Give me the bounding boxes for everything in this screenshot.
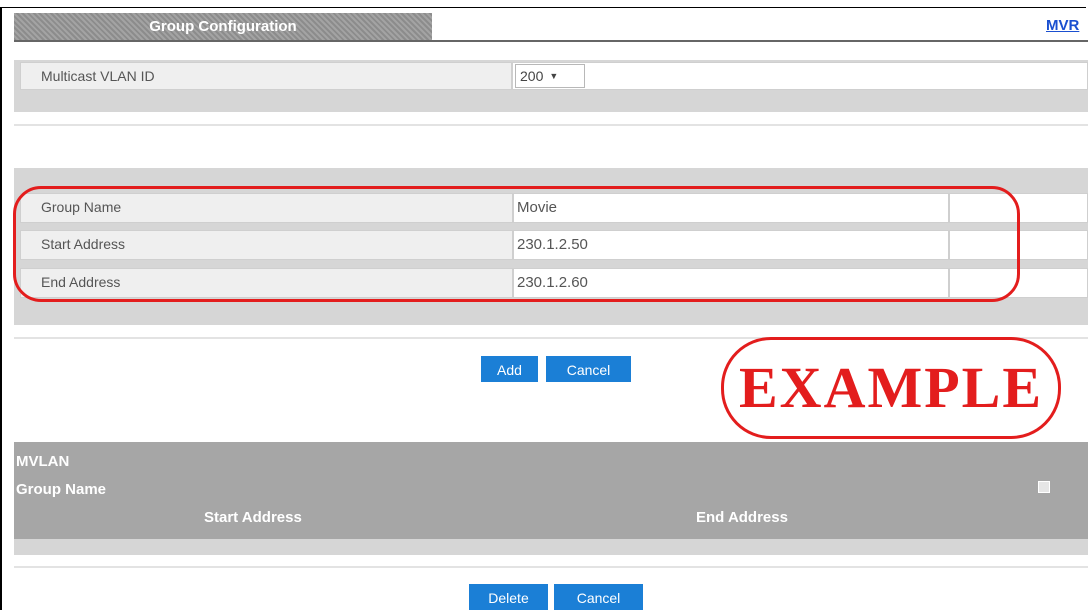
vlan-value-cell <box>512 62 1088 90</box>
select-all-checkbox[interactable] <box>1038 481 1050 493</box>
divider <box>14 124 1088 126</box>
vlan-label: Multicast VLAN ID <box>20 62 512 90</box>
tab-group-configuration[interactable]: Group Configuration <box>14 13 432 40</box>
column-group-name: Group Name <box>16 481 107 498</box>
column-start-address: Start Address <box>204 509 302 526</box>
column-mvlan: MVLAN <box>16 453 70 470</box>
chevron-down-icon: ▼ <box>549 71 559 81</box>
add-button[interactable]: Add <box>481 356 538 382</box>
vlan-select[interactable]: 200 ▼ <box>515 64 585 88</box>
mvlan-table-body <box>14 539 1088 555</box>
divider <box>14 566 1088 568</box>
delete-button[interactable]: Delete <box>469 584 548 610</box>
header-divider <box>14 40 1088 42</box>
cancel-delete-button[interactable]: Cancel <box>554 584 643 610</box>
vlan-selected-value: 200 <box>520 68 544 84</box>
cancel-button[interactable]: Cancel <box>546 356 631 382</box>
mvr-link[interactable]: MVR <box>1046 17 1079 34</box>
column-end-address: End Address <box>696 509 788 526</box>
highlight-box <box>13 186 1020 302</box>
example-stamp: EXAMPLE <box>721 337 1061 439</box>
mvlan-table-header: MVLAN Group Name Start Address End Addre… <box>14 442 1088 539</box>
